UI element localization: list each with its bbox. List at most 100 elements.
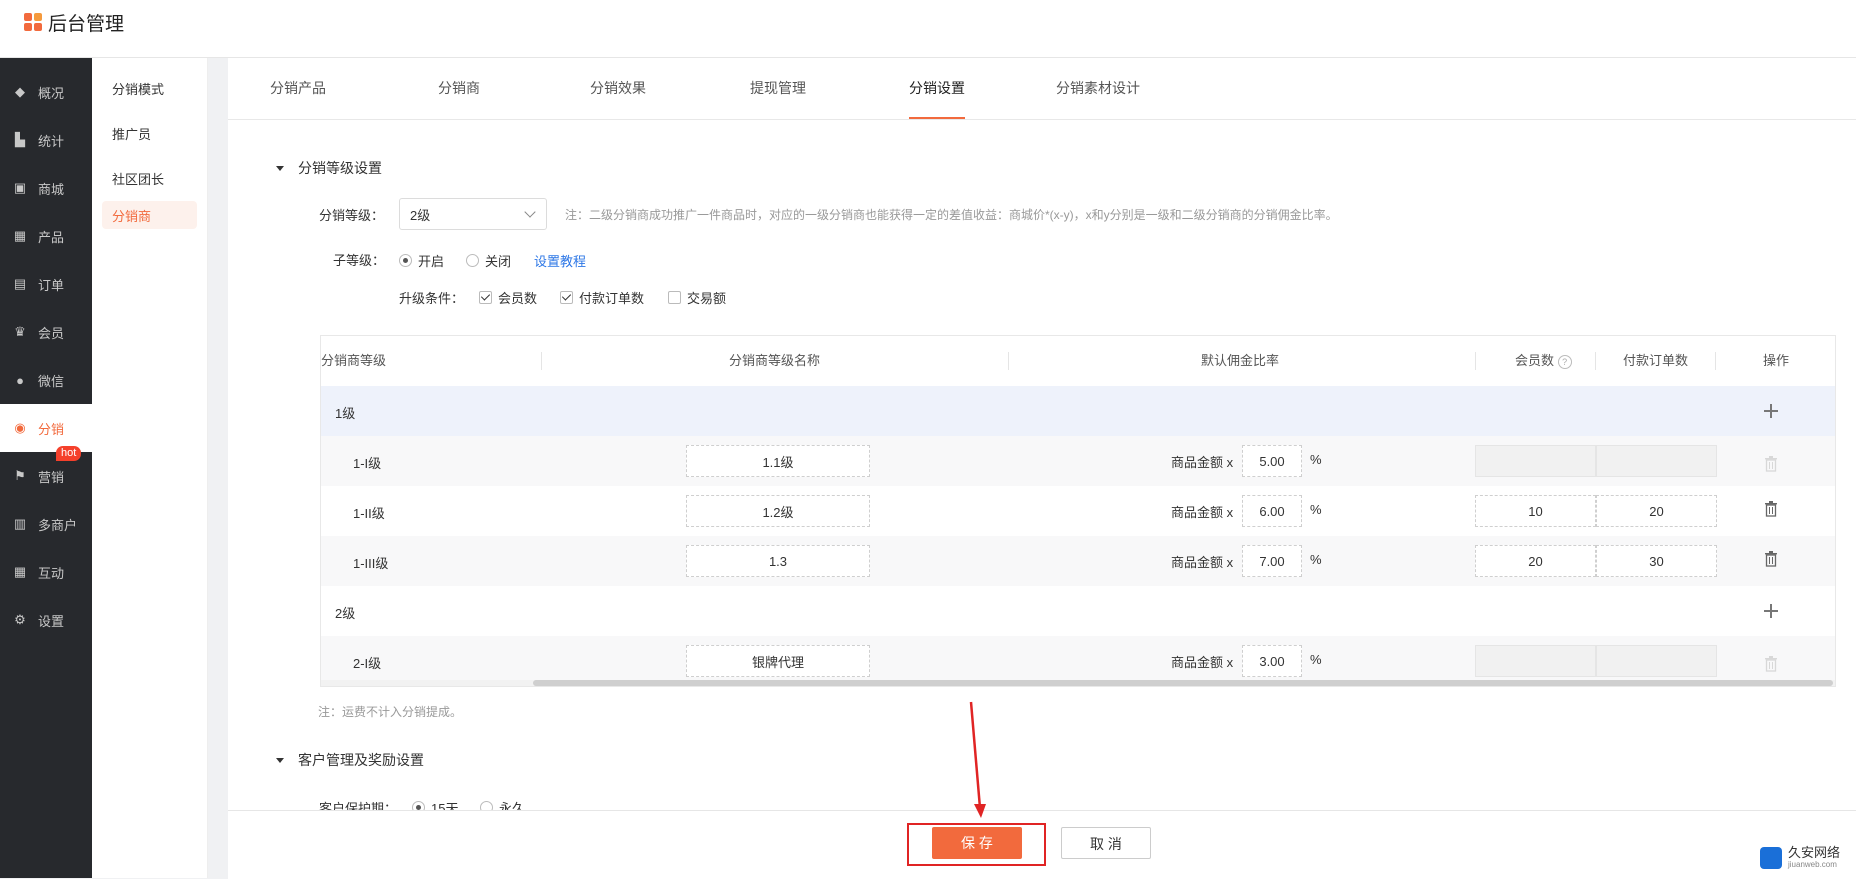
- level-label: 分销等级：: [319, 208, 385, 223]
- condition-orders-checkbox[interactable]: 付款订单数: [560, 288, 644, 307]
- add-icon[interactable]: [1764, 604, 1778, 618]
- members-input[interactable]: 20: [1475, 545, 1596, 577]
- members-input[interactable]: [1475, 445, 1596, 477]
- collapse-triangle-icon: [276, 757, 284, 763]
- sidebar-item-3[interactable]: ▦ 产品: [0, 212, 92, 260]
- percent-sign: %: [1310, 652, 1322, 667]
- checkbox-label: 付款订单数: [579, 291, 645, 306]
- table-row: 1-I级 1.1级 商品金额 x 5.00%: [321, 436, 1835, 486]
- tab-effects[interactable]: 分销效果: [590, 58, 646, 119]
- subnav-label: 社区团长: [112, 172, 165, 187]
- scrollbar-thumb[interactable]: [533, 680, 1833, 686]
- checkbox-unchecked-icon: [668, 291, 681, 304]
- sidebar-item-1[interactable]: ▙ 统计: [0, 116, 92, 164]
- order-icon: ▤: [13, 276, 27, 291]
- sublevel-label: 子等级：: [333, 253, 386, 268]
- sidebar-item-label: 微信: [38, 373, 65, 389]
- app-logo[interactable]: 后台管理: [24, 10, 124, 35]
- subnav-item-mode[interactable]: 分销模式: [92, 66, 207, 111]
- grid-icon: ▦: [13, 228, 27, 243]
- table-row: 2-I级 银牌代理 商品金额 x 3.00%: [321, 636, 1835, 686]
- sidebar-item-label: 设置: [38, 613, 65, 629]
- sidebar-item-7[interactable]: ◉ 分销: [0, 404, 92, 452]
- orders-input[interactable]: 30: [1596, 545, 1717, 577]
- level-table: 分销商等级 分销商等级名称 默认佣金比率 会员数 ? 付款订单数 操作 1级 1-…: [320, 335, 1836, 687]
- tutorial-link[interactable]: 设置教程: [534, 251, 586, 270]
- rate-prefix: 商品金额 x: [1171, 455, 1234, 470]
- members-input[interactable]: [1475, 645, 1596, 677]
- highlight-box: [907, 823, 1046, 866]
- apps-icon: ▦: [13, 564, 27, 579]
- sublevel-off-radio[interactable]: 关闭: [466, 251, 511, 270]
- condition-volume-checkbox[interactable]: 交易额: [668, 288, 726, 307]
- members-input[interactable]: 10: [1475, 495, 1596, 527]
- sidebar-item-6[interactable]: ● 微信: [0, 356, 92, 404]
- section-level-settings[interactable]: 分销等级设置: [276, 158, 382, 178]
- trash-icon[interactable]: [1764, 551, 1778, 567]
- tab-settings[interactable]: 分销设置: [909, 58, 965, 119]
- rate-input[interactable]: 3.00: [1242, 645, 1302, 677]
- group-level: 2级: [335, 606, 356, 621]
- tab-materials[interactable]: 分销素材设计: [1056, 58, 1140, 119]
- rate-input[interactable]: 5.00: [1242, 445, 1302, 477]
- sidebar-item-2[interactable]: ▣ 商城: [0, 164, 92, 212]
- subnav-item-community-leader[interactable]: 社区团长: [92, 156, 207, 201]
- sidebar-item-label: 概况: [38, 85, 65, 101]
- section-customer-settings[interactable]: 客户管理及奖励设置: [276, 750, 424, 770]
- th-members: 会员数 ?: [1515, 336, 1572, 386]
- sublevel-on-radio[interactable]: 开启: [399, 251, 444, 270]
- sidebar-item-5[interactable]: ♛ 会员: [0, 308, 92, 356]
- level-name-input[interactable]: 1.3: [686, 545, 870, 577]
- sublevel-name: 1-II级: [353, 506, 385, 521]
- add-icon[interactable]: [1764, 404, 1778, 418]
- orders-input[interactable]: [1596, 645, 1717, 677]
- sublevel-name: 1-I级: [353, 456, 382, 471]
- trash-icon[interactable]: [1764, 501, 1778, 517]
- level-select[interactable]: 2级: [399, 198, 547, 230]
- sidebar-item-label: 订单: [38, 277, 65, 293]
- condition-members-checkbox[interactable]: 会员数: [479, 288, 537, 307]
- radio-label: 关闭: [485, 254, 512, 269]
- logo-icon: [24, 13, 42, 31]
- shipping-note: 注：运费不计入分销提成。: [318, 705, 463, 719]
- level-name-input[interactable]: 1.2级: [686, 495, 870, 527]
- orders-input[interactable]: 20: [1596, 495, 1717, 527]
- table-row: 1-II级 1.2级 商品金额 x 6.00% 10 20: [321, 486, 1835, 536]
- level-name-input[interactable]: 银牌代理: [686, 645, 870, 677]
- radio-unchecked-icon: [466, 254, 479, 267]
- subnav-item-distributor[interactable]: 分销商: [102, 201, 197, 229]
- table-header: 分销商等级 分销商等级名称 默认佣金比率 会员数 ? 付款订单数 操作: [321, 336, 1835, 386]
- th-actions: 操作: [1763, 353, 1790, 368]
- sublevel-name: 2-I级: [353, 656, 382, 671]
- sidebar-item-10[interactable]: ▦ 互动: [0, 548, 92, 596]
- rate-input[interactable]: 7.00: [1242, 545, 1302, 577]
- horizontal-scrollbar[interactable]: [321, 680, 1835, 686]
- checkbox-checked-icon: [560, 291, 573, 304]
- sidebar-item-4[interactable]: ▤ 订单: [0, 260, 92, 308]
- subnav-item-promoter[interactable]: 推广员: [92, 111, 207, 156]
- sidebar-item-label: 统计: [38, 133, 65, 149]
- cancel-button[interactable]: 取 消: [1061, 827, 1151, 859]
- tab-products[interactable]: 分销产品: [270, 58, 326, 119]
- sidebar-item-8[interactable]: ⚑ 营销 hot: [0, 446, 92, 500]
- rate-input[interactable]: 6.00: [1242, 495, 1302, 527]
- subnav-label: 推广员: [112, 127, 152, 142]
- orders-input[interactable]: [1596, 445, 1717, 477]
- th-members-label: 会员数: [1515, 353, 1555, 368]
- watermark: 久安网络 jiuanweb.com: [1759, 846, 1840, 869]
- th-level: 分销商等级: [321, 353, 387, 368]
- chevron-down-icon: [524, 206, 536, 218]
- help-icon[interactable]: ?: [1557, 354, 1572, 369]
- percent-sign: %: [1310, 502, 1322, 517]
- sidebar-item-9[interactable]: ▥ 多商户: [0, 500, 92, 548]
- sidebar-item-0[interactable]: ◆ 概况: [0, 68, 92, 116]
- sidebar-item-11[interactable]: ⚙ 设置: [0, 596, 92, 644]
- header-divider: [1008, 352, 1009, 370]
- level-name-input[interactable]: 1.1级: [686, 445, 870, 477]
- tab-withdraw[interactable]: 提现管理: [750, 58, 806, 119]
- trash-icon[interactable]: [1764, 456, 1778, 472]
- upgrade-label: 升级条件：: [399, 291, 465, 306]
- trash-icon[interactable]: [1764, 656, 1778, 672]
- sidebar-item-label: 互动: [38, 565, 65, 581]
- tab-distributors[interactable]: 分销商: [438, 58, 480, 119]
